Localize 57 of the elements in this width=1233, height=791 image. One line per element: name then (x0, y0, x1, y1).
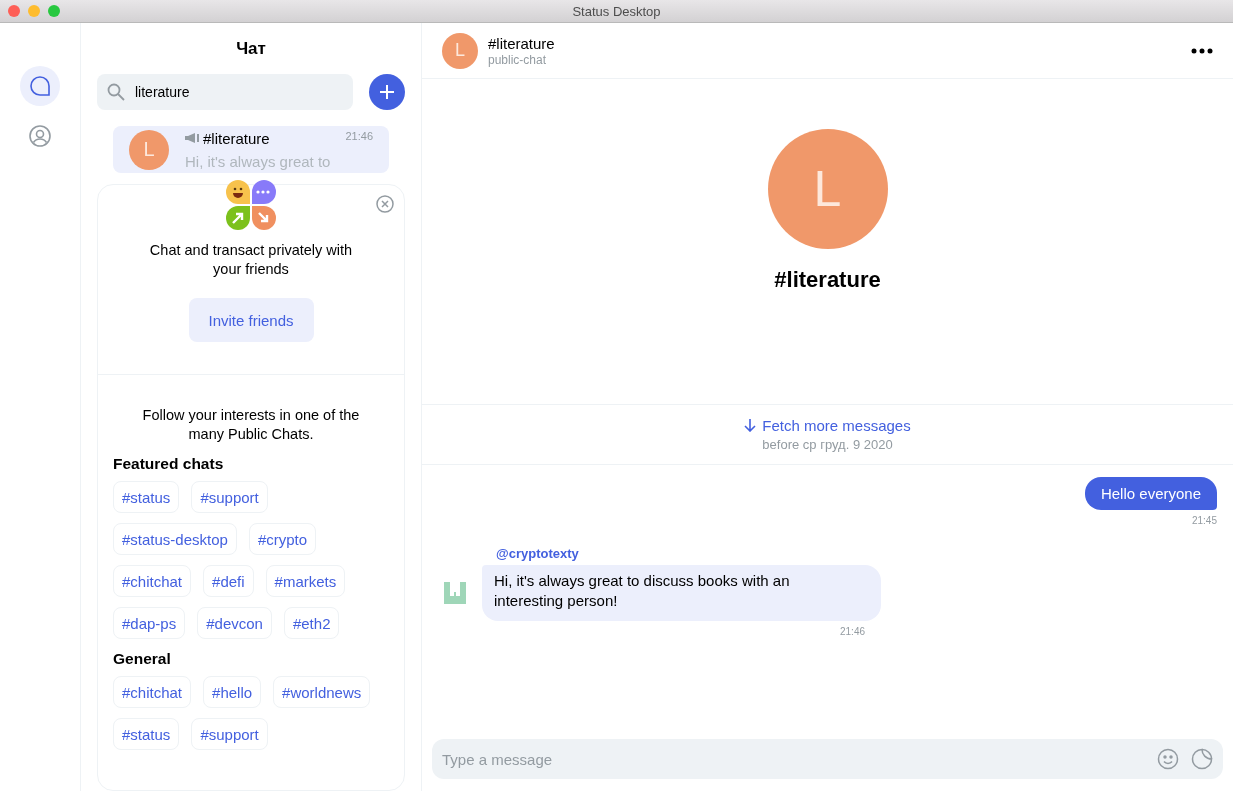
close-window-button[interactable] (8, 5, 20, 17)
arrow-down-icon (744, 419, 757, 432)
channel-tag[interactable]: #chitchat (113, 676, 192, 708)
more-options-icon[interactable] (1191, 47, 1213, 54)
channel-tag[interactable]: #status (113, 718, 180, 750)
zoom-window-button[interactable] (48, 5, 60, 17)
chat-avatar: L (129, 129, 169, 170)
person-icon (28, 124, 52, 148)
chat-avatar: L (442, 32, 478, 69)
channel-tag[interactable]: #devcon (197, 607, 272, 639)
channel-tag[interactable]: #worldnews (273, 676, 371, 708)
megaphone-icon (185, 133, 199, 143)
channel-tag[interactable]: #chitchat (113, 565, 192, 597)
chat-time: 21:46 (345, 129, 373, 142)
chat-name: #literature (203, 129, 271, 147)
message-time: 21:45 (1191, 515, 1217, 526)
invite-friends-button[interactable]: Invite friends (188, 298, 314, 342)
fetch-date: before ср груд. 9 2020 (762, 437, 893, 452)
chat-preview: Hi, it's always great to (185, 152, 332, 170)
window-title: Status Desktop (572, 3, 661, 19)
message-input[interactable]: Type a message (432, 739, 1223, 779)
channel-tag[interactable]: #hello (203, 676, 262, 708)
channel-tag[interactable]: #support (191, 481, 268, 513)
channel-tag[interactable]: #support (191, 718, 268, 750)
search-icon (107, 83, 125, 101)
channel-tag[interactable]: #defi (203, 565, 254, 597)
section-heading: Featured chats (113, 455, 225, 473)
chat-list-title: Чат (236, 39, 266, 59)
chat-title: #literature (488, 34, 556, 52)
identicon-icon (444, 582, 466, 604)
plus-icon (379, 84, 395, 100)
message-bubble: Hi, it's always great to discuss books with an interesting person! (482, 565, 881, 621)
new-chat-button[interactable] (369, 74, 405, 110)
sticker-icon[interactable] (1191, 748, 1213, 770)
public-chats-intro: Follow your interests in one of the many Public Chats. (142, 406, 360, 444)
channel-tag[interactable]: #dap-ps (113, 607, 186, 639)
welcome-message: Chat and transact privately with your friends (148, 241, 354, 279)
message-time: 21:46 (840, 626, 866, 637)
chat-type: public-chat (488, 52, 548, 67)
chat-nav-button[interactable] (20, 66, 60, 106)
channel-tag[interactable]: #crypto (248, 523, 317, 555)
channel-tag[interactable]: #status (113, 481, 180, 513)
emoji-cluster-drawing (225, 179, 277, 231)
channel-tag[interactable]: #markets (265, 565, 346, 597)
channel-tag[interactable]: #status-desktop (113, 523, 237, 555)
close-icon[interactable] (376, 195, 394, 213)
emoji-icon[interactable] (1157, 748, 1179, 770)
section-heading: General (113, 650, 172, 668)
fetch-more-link[interactable]: Fetch more messages (744, 417, 911, 434)
chat-bubble-icon (28, 74, 52, 98)
message-bubble: Hello everyone (1084, 477, 1217, 510)
chat-list-item[interactable]: L #literature 21:46 Hi, it's always great to (113, 126, 389, 173)
channel-tag[interactable]: #eth2 (283, 607, 340, 639)
chat-title: #literature (774, 267, 881, 293)
search-field[interactable]: literature (97, 74, 353, 110)
message-author[interactable]: @cryptotexty (496, 546, 579, 561)
chat-avatar: L (767, 129, 888, 249)
